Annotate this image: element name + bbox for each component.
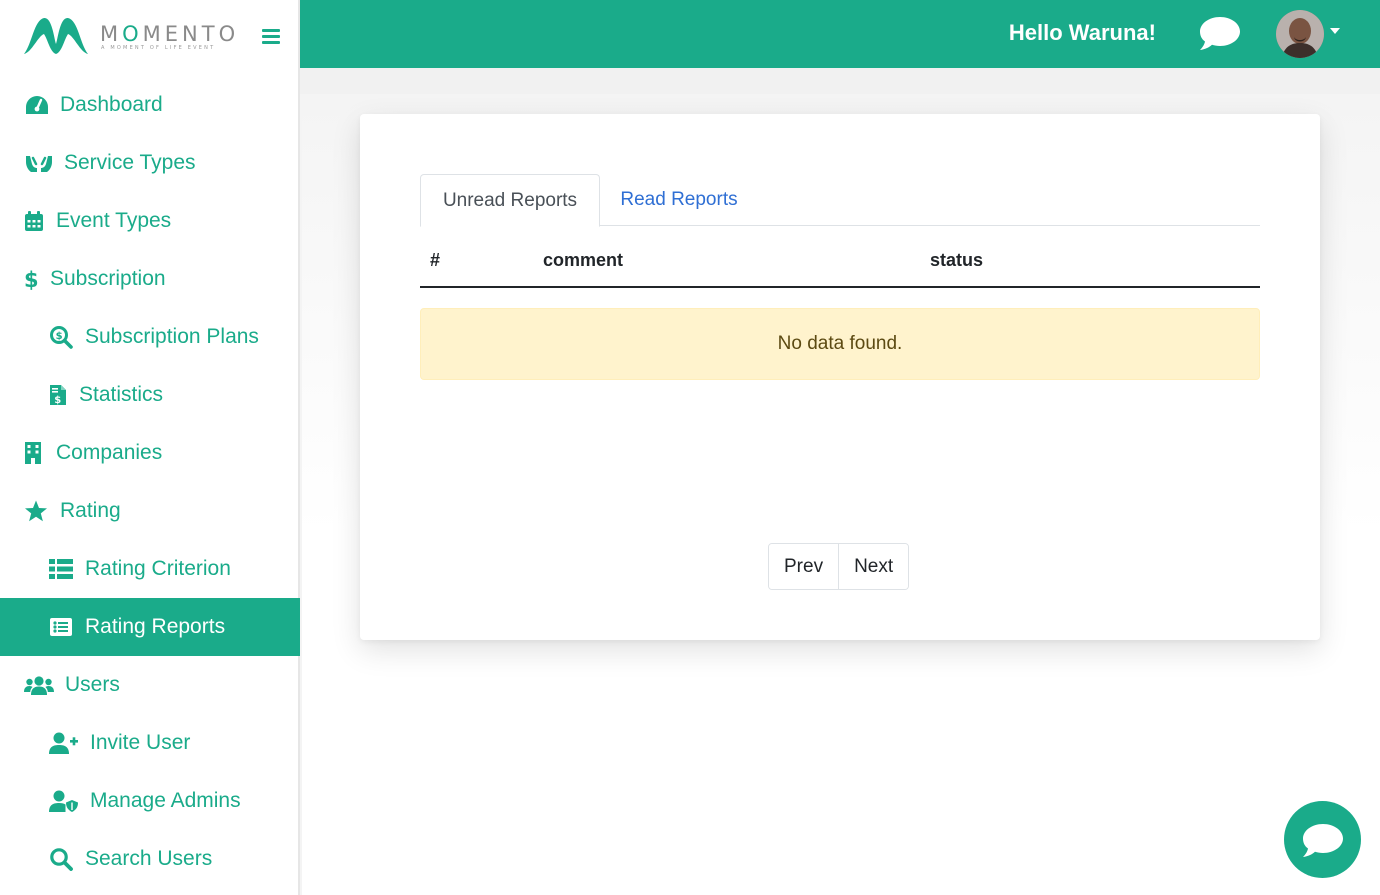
subheader-strip [300,68,1380,94]
sidebar-item-users[interactable]: Users [0,656,300,714]
sidebar-item-label: Companies [56,441,163,464]
sidebar-item-label: Rating Criterion [85,557,231,580]
chat-bubble-icon [1302,823,1343,857]
brand-tagline: A MOMENT OF LIFE EVENT [101,45,216,51]
hands-icon [24,151,54,175]
menu-toggle-icon[interactable] [262,29,280,45]
users-icon [24,673,55,697]
floating-chat-button[interactable] [1284,801,1361,878]
empty-state-alert: No data found. [420,308,1260,380]
sidebar-item-companies[interactable]: Companies [0,424,300,482]
sidebar-item-search-users[interactable]: Search Users [0,830,300,888]
user-avatar[interactable] [1276,10,1324,58]
sidebar-item-rating[interactable]: Rating [0,482,300,540]
brand: MOMENTO A MOMENT OF LIFE EVENT [0,0,300,68]
sidebar-item-service-types[interactable]: Service Types [0,134,300,192]
sidebar-item-manage-admins[interactable]: Manage Admins [0,772,300,830]
sidebar-item-label: Rating Reports [85,615,226,638]
building-icon [24,441,46,465]
column-header-number: # [430,250,441,270]
star-icon [24,499,50,523]
tab-read-reports[interactable]: Read Reports [600,174,758,226]
sidebar-item-invite-user[interactable]: Invite User [0,714,300,772]
tab-unread-reports[interactable]: Unread Reports [420,174,600,227]
column-header-status: status [930,250,984,270]
sidebar: MOMENTO A MOMENT OF LIFE EVENT Dashboard… [0,0,300,895]
sidebar-item-subscription[interactable]: $ Subscription [0,250,300,308]
svg-text:$: $ [24,268,38,291]
column-header-comment: comment [543,250,624,270]
user-greeting: Hello Waruna! [1008,20,1156,45]
dashboard-gauge-icon [24,93,50,117]
svg-text:$: $ [56,331,63,342]
user-shield-icon [49,789,80,813]
user-menu-caret-icon[interactable] [1330,28,1340,34]
sidebar-item-label: Service Types [64,151,196,174]
search-icon [49,847,75,871]
sidebar-item-label: Manage Admins [90,789,241,812]
sidebar-item-label: Subscription [50,267,166,290]
calendar-icon [24,209,46,233]
sidebar-item-label: Rating [60,499,121,522]
invoice-dollar-icon: $ [49,383,69,407]
brand-name: MOMENTO [100,22,240,46]
sidebar-item-label: Invite User [90,731,191,754]
momento-logo-icon [24,17,88,54]
table-header: # comment status [420,226,1260,288]
user-plus-icon [49,731,80,755]
sidebar-item-rating-reports[interactable]: Rating Reports [0,598,300,656]
sidebar-item-label: Dashboard [60,93,163,116]
sidebar-item-event-types[interactable]: Event Types [0,192,300,250]
search-dollar-icon: $ [49,325,75,349]
report-tabs: Unread Reports Read Reports [420,174,1260,227]
chat-bubble-icon[interactable] [1198,14,1242,52]
sidebar-item-label: Subscription Plans [85,325,259,348]
sidebar-item-label: Event Types [56,209,172,232]
sidebar-item-statistics[interactable]: $ Statistics [0,366,300,424]
next-page-button[interactable]: Next [838,544,909,589]
sidebar-item-rating-criterion[interactable]: Rating Criterion [0,540,300,598]
sidebar-item-dashboard[interactable]: Dashboard [0,76,300,134]
prev-page-button[interactable]: Prev [769,544,839,589]
dollar-icon: $ [24,267,40,291]
reports-card: Unread Reports Read Reports # comment st… [360,114,1320,640]
sidebar-item-label: Statistics [79,383,164,406]
sidebar-nav: Dashboard Service Types Event Types $ Su… [0,76,300,888]
pagination: Prev Next [768,543,910,590]
sidebar-item-label: Search Users [85,847,213,870]
list-alt-icon [49,615,75,639]
topbar: Hello Waruna! [300,0,1380,68]
sidebar-item-label: Users [65,673,120,696]
svg-text:$: $ [54,395,61,406]
sidebar-item-subscription-plans[interactable]: $ Subscription Plans [0,308,300,366]
list-icon [49,557,75,581]
